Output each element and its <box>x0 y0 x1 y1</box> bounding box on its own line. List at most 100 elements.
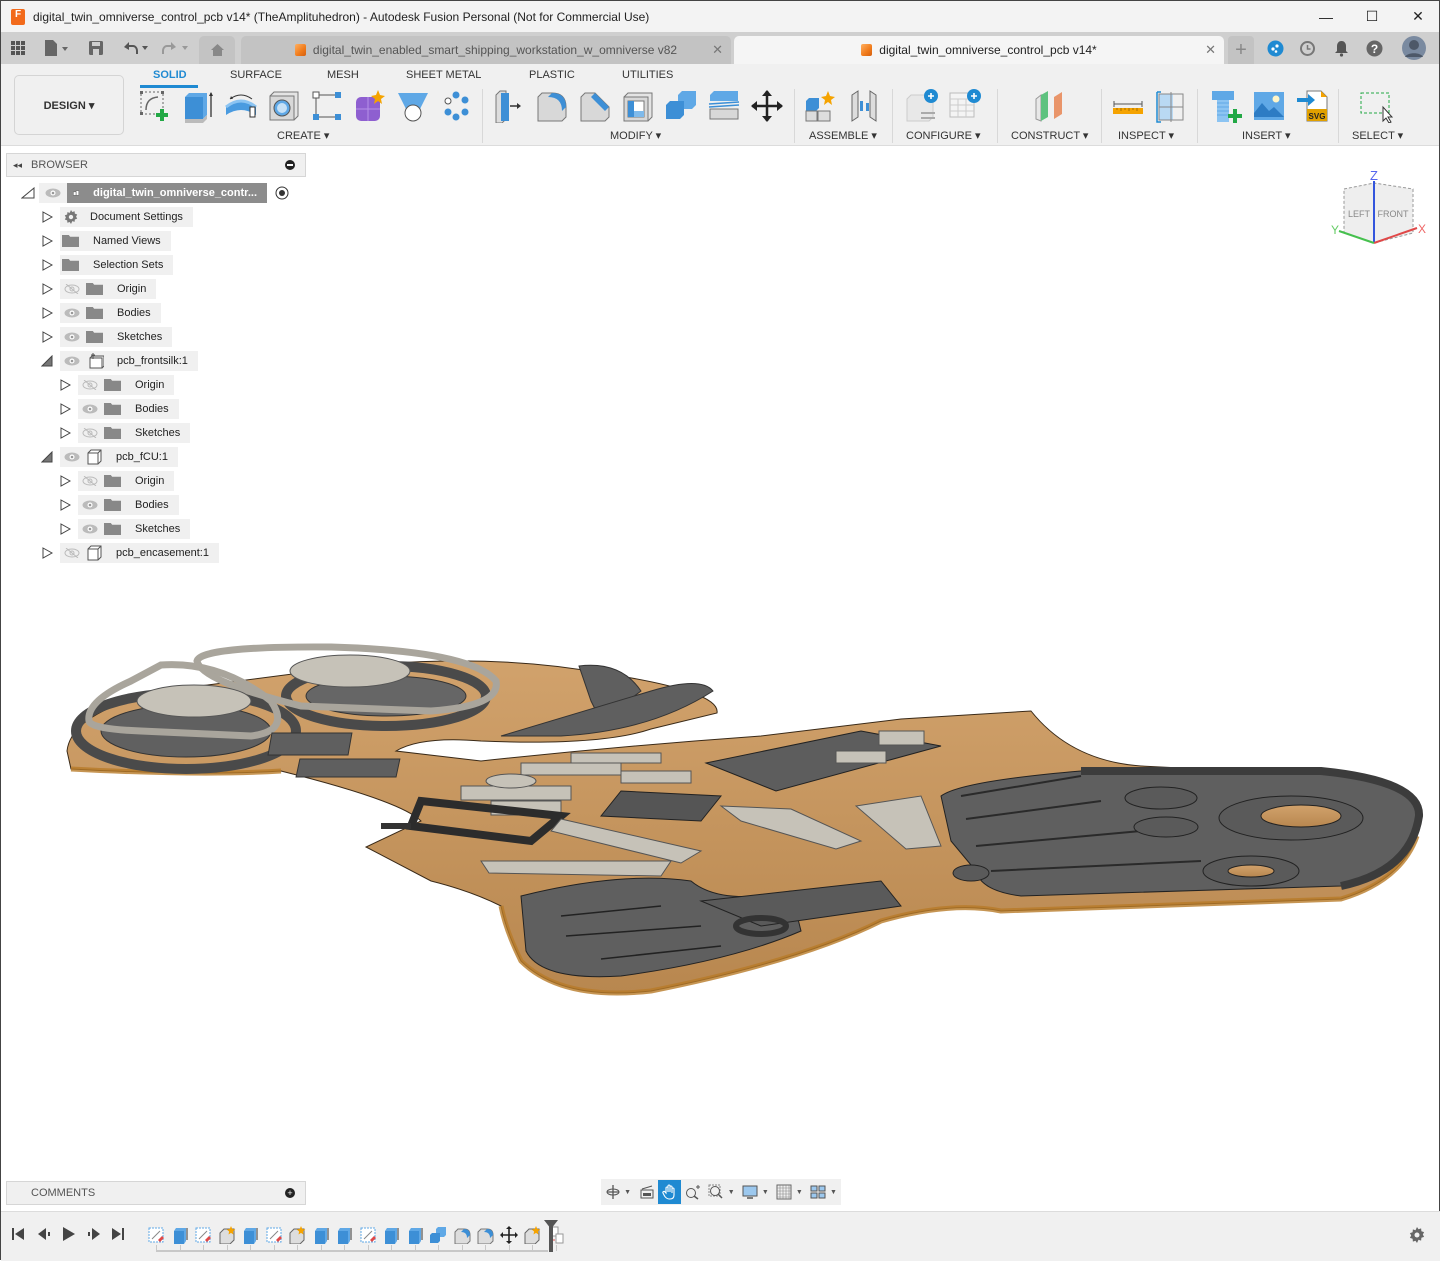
select-menu[interactable]: SELECT ▾ <box>1352 129 1403 142</box>
display-dropdown[interactable]: ▼ <box>762 1189 769 1196</box>
data-panel-button[interactable] <box>9 38 27 58</box>
eye-hidden-icon[interactable] <box>82 476 98 486</box>
maximize-button[interactable]: ☐ <box>1349 1 1395 32</box>
tree-item[interactable]: Sketches <box>59 519 191 539</box>
tree-item[interactable]: Named Views <box>41 231 171 251</box>
tree-item[interactable]: Sketches <box>59 423 191 443</box>
section-analysis-button[interactable] <box>1153 88 1189 124</box>
collapsed-triangle-icon[interactable] <box>59 403 71 415</box>
close-button[interactable]: ✕ <box>1395 1 1440 32</box>
tree-item[interactable]: Origin <box>41 279 157 299</box>
offset-plane-button[interactable] <box>1031 88 1067 124</box>
eye-hidden-icon[interactable] <box>82 428 98 438</box>
step-back-button[interactable] <box>38 1227 50 1243</box>
expanded-triangle-icon[interactable] <box>21 187 35 199</box>
timeline-feature[interactable] <box>171 1226 189 1244</box>
tab-plastic[interactable]: PLASTIC <box>529 69 575 81</box>
zoom-button[interactable] <box>681 1180 704 1204</box>
collapsed-triangle-icon[interactable] <box>41 283 53 295</box>
timeline-feature[interactable] <box>288 1226 306 1245</box>
timeline-feature[interactable] <box>359 1226 377 1244</box>
home-tab[interactable] <box>199 36 235 64</box>
loft-button[interactable] <box>395 88 431 124</box>
insert-mcmaster-button[interactable] <box>1208 88 1244 124</box>
tree-item[interactable]: Document Settings <box>41 207 193 227</box>
grid-settings-button[interactable] <box>773 1180 796 1204</box>
collapsed-triangle-icon[interactable] <box>41 307 53 319</box>
file-menu-button[interactable] <box>41 38 71 58</box>
create-form-button[interactable] <box>352 88 388 124</box>
eye-hidden-icon[interactable] <box>82 380 98 390</box>
collapsed-triangle-icon[interactable] <box>59 475 71 487</box>
eye-visible-icon[interactable] <box>64 308 80 318</box>
insert-canvas-button[interactable] <box>1251 88 1287 124</box>
shell-button[interactable] <box>620 88 656 124</box>
extrude-button[interactable] <box>180 88 216 124</box>
modify-menu[interactable]: MODIFY ▾ <box>610 129 661 142</box>
play-button[interactable] <box>63 1227 75 1244</box>
viewports-dropdown[interactable]: ▼ <box>830 1189 837 1196</box>
go-to-start-button[interactable] <box>12 1227 24 1243</box>
add-comment-button[interactable]: + <box>285 1188 295 1198</box>
timeline-feature[interactable] <box>499 1226 518 1244</box>
help-button[interactable]: ? <box>1365 38 1383 58</box>
timeline-feature[interactable] <box>147 1226 165 1244</box>
look-at-button[interactable] <box>635 1180 658 1204</box>
eye-visible-icon[interactable] <box>82 524 98 534</box>
insert-menu[interactable]: INSERT ▾ <box>1242 129 1291 142</box>
eye-hidden-icon[interactable] <box>64 548 80 558</box>
tab-surface[interactable]: SURFACE <box>230 69 282 81</box>
minimize-button[interactable]: — <box>1303 1 1349 32</box>
tree-item[interactable]: Selection Sets <box>41 255 174 275</box>
timeline-feature[interactable] <box>382 1226 400 1244</box>
timeline-feature[interactable] <box>265 1226 283 1244</box>
timeline-feature[interactable] <box>406 1226 424 1244</box>
measure-button[interactable] <box>1110 88 1146 124</box>
timeline-settings-button[interactable] <box>1409 1227 1425 1248</box>
document-tab-control-pcb[interactable]: digital_twin_omniverse_control_pcb v14* … <box>734 36 1224 64</box>
eye-visible-icon[interactable] <box>64 452 80 462</box>
eye-visible-icon[interactable] <box>64 332 80 342</box>
timeline-feature[interactable] <box>312 1226 330 1244</box>
document-tab-shipping-workstation[interactable]: digital_twin_enabled_smart_shipping_work… <box>241 36 731 64</box>
job-status-button[interactable] <box>1298 38 1316 58</box>
step-forward-button[interactable] <box>88 1227 100 1243</box>
construct-menu[interactable]: CONSTRUCT ▾ <box>1011 129 1088 142</box>
workspace-switcher[interactable]: DESIGN ▾ <box>14 75 124 135</box>
collapsed-triangle-icon[interactable] <box>41 547 53 559</box>
tab-close-button[interactable]: ✕ <box>1205 42 1216 58</box>
create-menu[interactable]: CREATE ▾ <box>277 129 329 142</box>
collapsed-triangle-icon[interactable] <box>41 211 53 223</box>
tree-item[interactable]: pcb_frontsilk:1 <box>41 351 198 371</box>
expanded-triangle-icon[interactable] <box>41 451 53 463</box>
timeline-feature[interactable] <box>218 1226 236 1245</box>
tab-solid[interactable]: SOLID <box>153 69 187 81</box>
new-component-button[interactable] <box>803 88 839 124</box>
tree-item[interactable]: Sketches <box>41 327 173 347</box>
tree-item[interactable]: Origin <box>59 375 175 395</box>
collapsed-triangle-icon[interactable] <box>59 427 71 439</box>
viewports-button[interactable] <box>807 1180 830 1204</box>
eye-hidden-icon[interactable] <box>64 284 80 294</box>
insert-svg-button[interactable]: SVG <box>1294 88 1330 124</box>
orbit-button[interactable] <box>601 1180 624 1204</box>
zoom-dropdown[interactable]: ▼ <box>728 1189 735 1196</box>
hole-button[interactable] <box>266 88 302 124</box>
timeline-feature[interactable] <box>241 1226 259 1244</box>
collapsed-triangle-icon[interactable] <box>59 379 71 391</box>
eye-visible-icon[interactable] <box>82 404 98 414</box>
notifications-button[interactable] <box>1332 38 1350 58</box>
tab-close-button[interactable]: ✕ <box>712 42 723 58</box>
3d-viewport[interactable]: Z X Y LEFT FRONT <box>1 147 1440 1217</box>
timeline-feature[interactable] <box>429 1226 447 1244</box>
tree-item[interactable]: Origin <box>59 471 175 491</box>
press-pull-button[interactable] <box>491 88 527 124</box>
viewcube-left-face[interactable]: LEFT <box>1348 209 1371 219</box>
eye-visible-icon[interactable] <box>45 188 61 198</box>
fit-button[interactable] <box>705 1180 728 1204</box>
chamfer-button[interactable] <box>577 88 613 124</box>
combine-button[interactable] <box>663 88 699 124</box>
collapse-browser-icon[interactable]: ◂◂ <box>13 160 22 171</box>
collapsed-triangle-icon[interactable] <box>59 499 71 511</box>
collapsed-triangle-icon[interactable] <box>41 331 53 343</box>
